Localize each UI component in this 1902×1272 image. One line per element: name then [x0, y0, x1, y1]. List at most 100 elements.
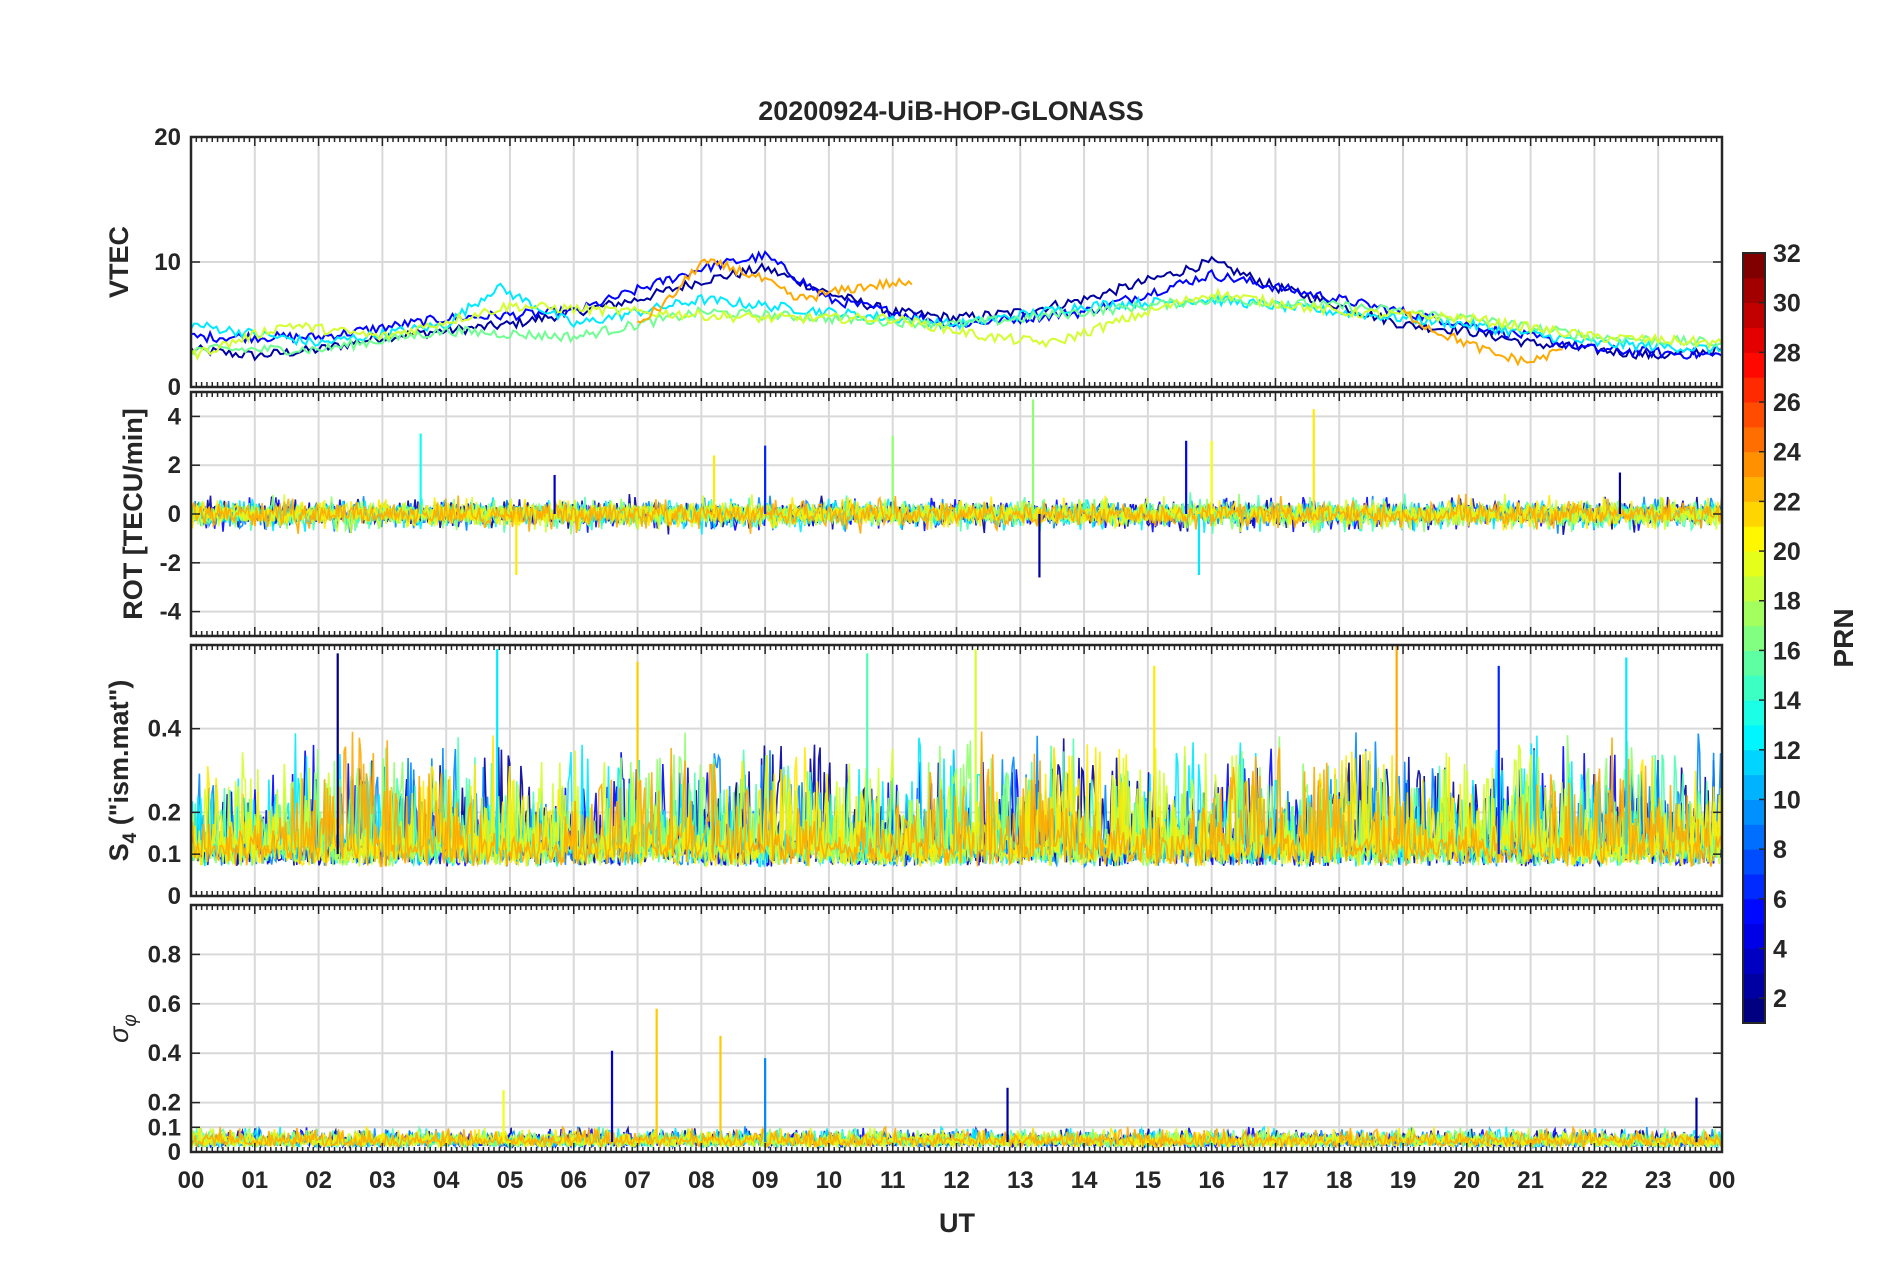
colorbar-band — [1743, 426, 1765, 453]
x-tick-label: 18 — [1326, 1167, 1353, 1194]
colorbar-band — [1743, 476, 1765, 502]
colorbar-band — [1743, 948, 1765, 974]
colorbar-band — [1743, 799, 1765, 825]
colorbar-tick-label: 30 — [1773, 290, 1801, 318]
y-tick-label: 2 — [168, 452, 181, 479]
colorbar-tick-label: 10 — [1773, 786, 1801, 814]
colorbar-band — [1743, 774, 1765, 800]
chart-title: 20200924-UiB-HOP-GLONASS — [758, 96, 1144, 126]
x-tick-label: 02 — [305, 1167, 332, 1194]
colorbar-band — [1743, 625, 1765, 651]
x-tick-label: 15 — [1135, 1167, 1162, 1194]
y-axis-label-subscript: 4 — [120, 832, 141, 843]
colorbar-tick-label: 32 — [1773, 240, 1801, 268]
y-tick-label: 0.2 — [148, 1090, 181, 1117]
y-tick-label: -4 — [160, 599, 182, 626]
x-tick-label: 11 — [880, 1167, 905, 1194]
y-tick-label: 0.2 — [148, 799, 181, 826]
colorbar-band — [1743, 377, 1765, 403]
colorbar-tick-label: 8 — [1773, 836, 1787, 864]
colorbar-band — [1743, 998, 1765, 1024]
colorbar-tick-label: 18 — [1773, 588, 1801, 616]
y-axis-label-vtec: VTEC — [104, 226, 134, 298]
y-tick-label: 0.1 — [148, 1114, 181, 1141]
colorbar-tick-label: 2 — [1773, 985, 1787, 1013]
colorbar-band — [1743, 526, 1765, 552]
colorbar-tick-label: 20 — [1773, 538, 1801, 566]
y-tick-label: 0.1 — [148, 841, 181, 868]
colorbar-band — [1743, 675, 1765, 701]
y-tick-label: 0 — [168, 374, 181, 401]
colorbar-band — [1743, 700, 1765, 726]
x-tick-label: 12 — [943, 1167, 970, 1194]
panel-s4: 0 0.1 0.2 0.4 S4 ("ism.mat") — [104, 643, 1724, 910]
colorbar-band — [1743, 824, 1765, 850]
x-tick-label: 19 — [1390, 1167, 1417, 1194]
y-tick-label: 4 — [168, 403, 182, 430]
x-tick-label: 20 — [1453, 1167, 1480, 1194]
figure: 01020VTEC-4-2024ROT [TECU/min]00.10.20.4… — [104, 96, 1859, 1238]
colorbar-tick-label: 14 — [1773, 687, 1801, 715]
x-tick-label: 07 — [624, 1167, 651, 1194]
y-tick-label: 0.6 — [148, 991, 181, 1018]
y-axis-label-rest: ("ism.mat") — [104, 680, 134, 833]
y-tick-label: 0 — [168, 501, 181, 528]
x-tick-label: 08 — [688, 1167, 715, 1194]
x-tick-label: 06 — [560, 1167, 587, 1194]
x-tick-label: 05 — [497, 1167, 524, 1194]
x-tick-label: 04 — [433, 1167, 460, 1194]
y-axis-label-main: S — [104, 843, 134, 861]
x-tick-label: 22 — [1581, 1167, 1608, 1194]
x-axis-label: UT — [939, 1208, 975, 1238]
colorbar-band — [1743, 277, 1765, 304]
x-tick-label: 00 — [178, 1167, 205, 1194]
x-tick-label: 21 — [1517, 1167, 1544, 1194]
colorbar-tick-label: 26 — [1773, 389, 1801, 417]
colorbar-band — [1743, 352, 1765, 378]
colorbar-band — [1743, 724, 1765, 751]
y-axis-label-subscript: φ — [120, 1014, 141, 1026]
x-tick-label: 10 — [816, 1167, 843, 1194]
plot-layer: 01020VTEC-4-2024ROT [TECU/min]00.10.20.4… — [104, 124, 1801, 1194]
y-tick-label: 0.4 — [148, 1040, 182, 1067]
colorbar-band — [1743, 402, 1765, 428]
colorbar-label: PRN — [1828, 608, 1859, 667]
y-tick-label: -2 — [160, 550, 181, 577]
colorbar-band — [1743, 253, 1765, 279]
panel-sigma_phi: 00.10.2 0.4 0.6 0.8 σφ — [104, 903, 1724, 1166]
panel-rot: -4 -2 0 2 4 ROT [TECU/min] — [118, 390, 1724, 638]
colorbar-band — [1743, 898, 1765, 925]
colorbar-band — [1743, 451, 1765, 478]
y-tick-label: 0.4 — [148, 716, 182, 743]
x-tick-label: 17 — [1262, 1167, 1289, 1194]
colorbar-band — [1743, 302, 1765, 329]
colorbar-tick-label: 24 — [1773, 439, 1801, 467]
x-tick-label: 23 — [1645, 1167, 1672, 1194]
y-axis-label-main: σ — [104, 1025, 134, 1043]
colorbar-band — [1743, 973, 1765, 999]
y-axis-label-s4: S4 ("ism.mat") — [104, 680, 141, 862]
colorbar-band — [1743, 501, 1765, 527]
y-tick-label: 0 — [168, 883, 181, 910]
colorbar-band — [1743, 650, 1765, 676]
colorbar-band — [1743, 327, 1765, 353]
colorbar-band — [1743, 551, 1765, 577]
x-tick-label: 01 — [241, 1167, 268, 1194]
colorbar-band — [1743, 600, 1765, 627]
x-tick-label: 00 — [1709, 1167, 1736, 1194]
y-tick-label: 0 — [168, 1139, 181, 1166]
y-axis-label-sigma_phi: σφ — [104, 1014, 141, 1043]
colorbar-band — [1743, 575, 1765, 602]
colorbar-tick-label: 28 — [1773, 339, 1801, 367]
colorbar-band — [1743, 849, 1765, 875]
x-tick-label: 14 — [1071, 1167, 1098, 1194]
colorbar-tick-label: 4 — [1773, 935, 1787, 963]
x-tick-label: 16 — [1198, 1167, 1225, 1194]
x-tick-label: 09 — [752, 1167, 779, 1194]
x-tick-label: 03 — [369, 1167, 396, 1194]
colorbar: 2468101214161820222426283032 — [1742, 240, 1801, 1024]
colorbar-tick-label: 6 — [1773, 886, 1787, 914]
y-tick-label: 0.8 — [148, 941, 181, 968]
colorbar-tick-label: 16 — [1773, 637, 1801, 665]
colorbar-band — [1743, 923, 1765, 949]
